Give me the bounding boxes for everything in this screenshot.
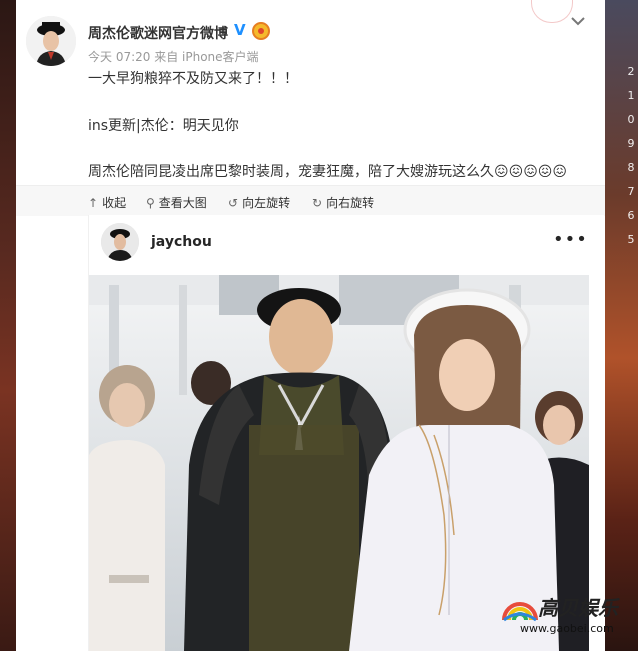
instagram-avatar (101, 223, 139, 261)
timeline-item[interactable]: 5 (624, 228, 638, 252)
rotate-right-icon: ↻ (312, 196, 323, 210)
timeline-item[interactable]: 1 (624, 84, 638, 108)
magnifier-icon: ⚲ (146, 196, 155, 210)
instagram-post[interactable]: jaychou ••• (88, 215, 604, 651)
view-large-button[interactable]: ⚲ 查看大图 (146, 194, 207, 211)
arrow-up-icon: ↑ (88, 196, 99, 210)
avatar-portrait-icon (26, 16, 76, 66)
watermark-url: www.gaobei.com (520, 622, 614, 635)
timeline-item[interactable]: 0 (624, 108, 638, 132)
stamp-icon (531, 0, 573, 23)
background-left (0, 0, 16, 651)
rotate-left-button[interactable]: ↺ 向左旋转 (228, 194, 290, 211)
chevron-down-icon[interactable] (571, 15, 585, 26)
avatar-portrait-icon (101, 223, 139, 261)
collapse-label: 收起 (102, 196, 127, 210)
watermark-logo: 高贝娱乐 www.gaobei.com (490, 588, 630, 644)
rotate-left-icon: ↺ (228, 196, 239, 210)
timeline-item[interactable]: 7 (624, 180, 638, 204)
rotate-right-button[interactable]: ↻ 向右旋转 (312, 194, 374, 211)
verified-v-icon: V (234, 21, 246, 39)
author-avatar[interactable] (26, 16, 76, 66)
watermark-brand: 高贝娱乐 (538, 596, 618, 620)
instagram-username[interactable]: jaychou (151, 234, 212, 250)
collapse-button[interactable]: ↑ 收起 (88, 194, 126, 211)
rotate-right-label: 向右旋转 (326, 196, 375, 210)
more-options-icon[interactable]: ••• (553, 229, 588, 250)
author-name[interactable]: 周杰伦歌迷网官方微博 (88, 23, 228, 43)
timeline-item[interactable]: 6 (624, 204, 638, 228)
rainbow-logo-icon (502, 602, 538, 622)
year-timeline: 2 1 0 9 8 7 6 5 (624, 60, 638, 252)
medal-icon[interactable] (252, 22, 270, 40)
post-meta: 今天 07:20 来自 iPhone客户端 (88, 50, 259, 64)
timeline-item[interactable]: 2 (624, 60, 638, 84)
rotate-left-label: 向左旋转 (242, 196, 291, 210)
post-text-line-1: 一大早狗粮猝不及防又来了！！！ (88, 71, 298, 87)
weibo-card: 周杰伦歌迷网官方微博 V 今天 07:20 来自 iPhone客户端 一大早狗粮… (16, 0, 605, 651)
media-toolbar: ↑ 收起 ⚲ 查看大图 ↺ 向左旋转 ↻ 向右旋转 (16, 185, 605, 216)
view-large-label: 查看大图 (158, 196, 207, 210)
post-text-line-2: ins更新|杰伦：明天见你 (88, 118, 239, 134)
timeline-item[interactable]: 9 (624, 132, 638, 156)
timeline-item[interactable]: 8 (624, 156, 638, 180)
post-text-line-3: 周杰伦陪同昆凌出席巴黎时装周，宠妻狂魔，陪了大嫂游玩这么久😖😖😖😖😖 (88, 164, 567, 180)
